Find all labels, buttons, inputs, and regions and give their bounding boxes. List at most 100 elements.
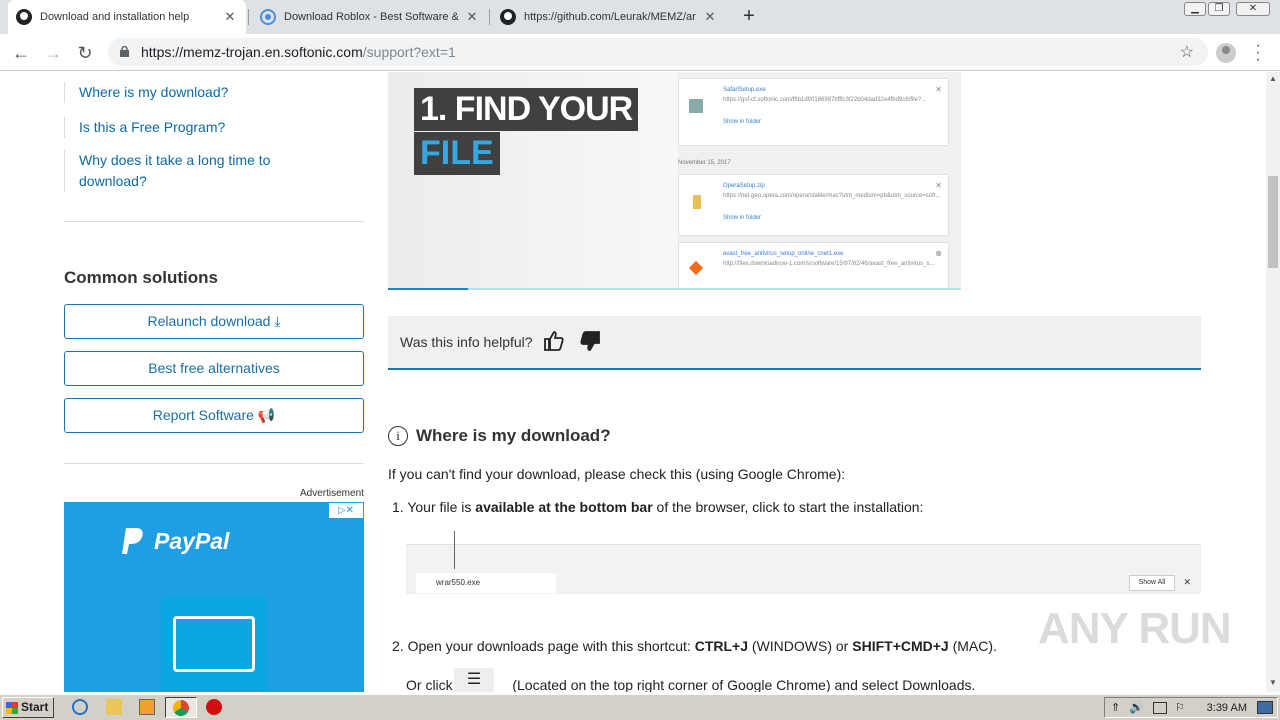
tab-divider xyxy=(489,9,490,25)
back-icon[interactable]: ← xyxy=(10,42,32,64)
scroll-thumb[interactable] xyxy=(1268,176,1278,268)
github-icon xyxy=(500,9,516,25)
minimize-button[interactable]: ▁ xyxy=(1184,2,1206,16)
download-url: http://files.downloadnow-1.com/s/softwar… xyxy=(723,261,935,267)
restore-button[interactable]: ❐ xyxy=(1208,2,1230,16)
lock-icon xyxy=(120,46,129,57)
intro-text: If you can't find your download, please … xyxy=(388,466,846,482)
github-icon xyxy=(16,9,32,25)
sidebar-link-free[interactable]: Is this a Free Program? xyxy=(64,117,225,138)
show-all-button-image: Show All xyxy=(1129,575,1175,591)
tab-title: Download Roblox - Best Software & xyxy=(284,11,459,23)
paypal-logo: PayPal xyxy=(122,528,229,555)
section-heading: i Where is my download? xyxy=(388,426,611,446)
ie-icon[interactable] xyxy=(72,699,88,715)
download-url: https://net.geo.opera.com/opera/stable/m… xyxy=(723,193,941,199)
zip-icon xyxy=(693,195,701,209)
paypal-p-icon xyxy=(122,528,143,554)
best-alternatives-button[interactable]: Best free alternatives xyxy=(64,351,364,386)
hamburger-menu-icon: ☰ xyxy=(454,668,494,692)
video-progress-buffer xyxy=(468,288,961,290)
volume-icon[interactable]: 🔊 xyxy=(1129,700,1144,714)
thumbs-up-icon[interactable] xyxy=(542,329,566,353)
step-2: 2. Open your downloads page with this sh… xyxy=(392,638,997,654)
network-icon[interactable] xyxy=(1153,702,1167,714)
close-window-button[interactable]: ✕ xyxy=(1236,2,1270,16)
chrome-menu-icon[interactable]: · · · xyxy=(1252,38,1264,68)
feedback-box: Was this info helpful? xyxy=(388,316,1201,370)
profile-avatar[interactable] xyxy=(1216,43,1236,63)
feedback-question: Was this info helpful? xyxy=(400,334,533,350)
chrome-taskbar-button[interactable] xyxy=(165,697,197,718)
download-card: avast_free_antivirus_setup_online_cnet1.… xyxy=(678,242,949,290)
web-page: Where is my download? Is this a Free Pro… xyxy=(0,72,1266,692)
close-tab-icon[interactable]: ✕ xyxy=(222,9,238,25)
close-tab-icon[interactable]: ✕ xyxy=(702,9,718,25)
download-icon: ⤓ xyxy=(274,313,281,329)
download-card: SafariSetup.exe https://gsf-cf.softonic.… xyxy=(678,78,949,146)
softonic-icon xyxy=(260,9,276,25)
scroll-up-icon[interactable]: ▲ xyxy=(1266,74,1280,83)
close-icon: ✕ xyxy=(935,181,942,190)
download-file-chip: wrar550.exe xyxy=(416,573,556,593)
divider xyxy=(64,221,364,222)
tab-roblox[interactable]: Download Roblox - Best Software & ✕ xyxy=(252,0,488,34)
page-scrollbar[interactable]: ▲ ▼ xyxy=(1266,72,1280,692)
adchoices-icon[interactable]: ▷✕ xyxy=(329,503,363,518)
info-icon: i xyxy=(388,426,408,446)
tab-github-memz[interactable]: https://github.com/Leurak/MEMZ/ar ✕ xyxy=(492,0,726,34)
windows-logo-icon xyxy=(6,702,18,714)
omnibox[interactable]: https://memz-trojan.en.softonic.com/supp… xyxy=(108,38,1208,66)
report-software-button[interactable]: Report Software 📢 xyxy=(64,398,364,433)
divider xyxy=(64,463,364,464)
step-1: 1. Your file is available at the bottom … xyxy=(392,499,924,515)
laptop-illustration xyxy=(161,596,267,692)
tab-title: Download and installation help xyxy=(40,11,190,23)
laptop-icon xyxy=(173,616,255,672)
advertisement-label: Advertisement xyxy=(300,488,364,499)
close-tab-icon[interactable]: ✕ xyxy=(464,9,480,25)
bookmark-star-icon[interactable]: ☆ xyxy=(1180,42,1194,62)
forward-icon[interactable]: → xyxy=(42,42,64,64)
anyrun-watermark: ANY RUN xyxy=(1038,604,1232,653)
sidebar-link-where[interactable]: Where is my download? xyxy=(64,82,228,103)
windows-taskbar: Start ⇑ 🔊 ⚐ 3:39 AM xyxy=(0,694,1280,720)
download-name: SafariSetup.exe xyxy=(723,87,766,93)
common-solutions-title: Common solutions xyxy=(64,268,218,287)
new-tab-button[interactable]: + xyxy=(738,6,760,28)
explorer-icon[interactable] xyxy=(106,699,122,715)
show-desktop-icon[interactable] xyxy=(1257,701,1273,714)
clock: 3:39 AM xyxy=(1206,702,1247,714)
relaunch-download-button[interactable]: Relaunch download ⤓ xyxy=(64,304,364,339)
paypal-ad[interactable]: ▷✕ PayPal xyxy=(64,502,364,692)
tab-divider xyxy=(248,9,249,25)
close-icon: ⊗ xyxy=(935,249,942,258)
flag-icon[interactable]: ⚐ xyxy=(1175,701,1185,714)
chrome-icon xyxy=(173,700,189,716)
arrow-pointer xyxy=(454,531,455,569)
show-in-folder: Show in folder xyxy=(723,215,762,221)
url-text: https://memz-trojan.en.softonic.com/supp… xyxy=(141,44,456,60)
download-name: OperaSetup.zip xyxy=(723,183,765,189)
toolbar: ← → ↻ https://memz-trojan.en.softonic.co… xyxy=(0,34,1280,71)
download-card: OperaSetup.zip https://net.geo.opera.com… xyxy=(678,174,949,236)
tab-title: https://github.com/Leurak/MEMZ/ar xyxy=(524,11,696,23)
system-tray: ⇑ 🔊 ⚐ 3:39 AM xyxy=(1104,697,1278,718)
start-button[interactable]: Start xyxy=(2,697,54,718)
download-name: avast_free_antivirus_setup_online_cnet1.… xyxy=(723,251,844,257)
close-icon: ✕ xyxy=(1183,577,1191,587)
image-caption-line1: 1. FIND YOUR xyxy=(414,88,639,131)
installer-icon xyxy=(689,99,703,113)
download-url: https://gsf-cf.softonic.com/f6b1df/01869… xyxy=(723,97,927,103)
chrome-download-bar-image: wrar550.exe Show All ✕ xyxy=(406,531,1201,594)
thumbs-down-icon[interactable] xyxy=(578,329,602,353)
tab-download-help[interactable]: Download and installation help ✕ xyxy=(8,0,246,34)
reload-icon[interactable]: ↻ xyxy=(74,42,96,64)
media-player-icon[interactable] xyxy=(139,699,155,715)
scroll-down-icon[interactable]: ▼ xyxy=(1266,678,1280,687)
find-your-file-image: 1. FIND YOUR FILE SafariSetup.exe https:… xyxy=(388,72,961,290)
sidebar-link-long-time[interactable]: Why does it take a long time to download? xyxy=(64,150,270,192)
opera-icon[interactable] xyxy=(206,699,222,715)
section-title: Where is my download? xyxy=(416,426,611,445)
tray-expand-icon[interactable]: ⇑ xyxy=(1111,701,1120,714)
